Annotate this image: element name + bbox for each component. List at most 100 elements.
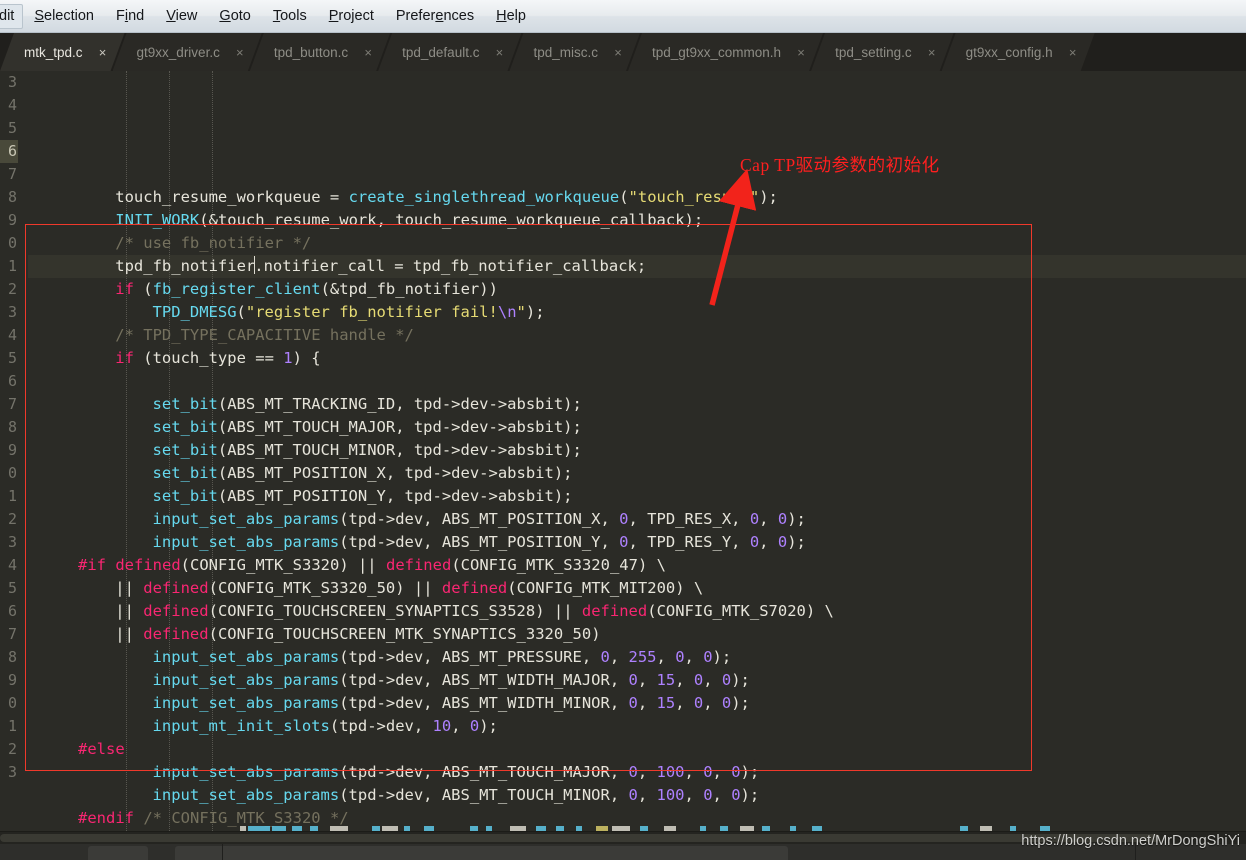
line-number: 2: [7, 280, 17, 298]
token-fn: input_set_abs_params: [152, 694, 340, 712]
line-number: 3: [7, 763, 17, 781]
token-fn: TPD_DMESG: [152, 303, 237, 321]
menu-help[interactable]: Help: [485, 4, 537, 29]
close-icon[interactable]: ×: [493, 46, 505, 59]
code-line[interactable]: || defined(CONFIG_TOUCHSCREEN_MTK_SYNAPT…: [28, 623, 1246, 646]
line-number: 6: [0, 140, 18, 163]
line-number: 8: [7, 648, 17, 666]
token-id: ABS_MT_POSITION_Y, tpd->dev->absbit: [227, 487, 554, 505]
menu-view[interactable]: View: [155, 4, 208, 29]
close-icon[interactable]: ×: [234, 46, 246, 59]
taskbar-button[interactable]: [88, 846, 148, 860]
token-num: 0: [628, 786, 638, 804]
code-line[interactable]: input_set_abs_params(tpd->dev, ABS_MT_PR…: [28, 646, 1246, 669]
code-line[interactable]: set_bit(ABS_MT_TOUCH_MAJOR, tpd->dev->ab…: [28, 416, 1246, 439]
scrollbar-thumb[interactable]: [0, 834, 1160, 842]
code-line[interactable]: TPD_DMESG("register fb_notifier fail!\n"…: [28, 301, 1246, 324]
token-id: ,: [703, 671, 722, 689]
line-number: 7: [7, 165, 17, 183]
token-id: ,: [675, 671, 694, 689]
token-op: ) ||: [339, 556, 386, 574]
code-line[interactable]: input_set_abs_params(tpd->dev, ABS_MT_TO…: [28, 784, 1246, 807]
tab-tpd-setting-c[interactable]: tpd_setting.c ×: [811, 33, 954, 71]
close-icon[interactable]: ×: [795, 46, 807, 59]
line-number: 0: [7, 234, 17, 252]
code-line[interactable]: set_bit(ABS_MT_POSITION_Y, tpd->dev->abs…: [28, 485, 1246, 508]
token-fn: set_bit: [152, 487, 218, 505]
token-id: ,: [684, 763, 704, 781]
code-line[interactable]: tpd_fb_notifier.notifier_call = tpd_fb_n…: [28, 255, 1246, 278]
token-num: 0: [693, 694, 704, 712]
token-num: 0: [693, 671, 704, 689]
tab-label: tpd_gt9xx_common.h: [651, 44, 782, 60]
code-line[interactable]: touch_resume_workqueue = create_singleth…: [28, 186, 1246, 209]
token-kw: if: [115, 280, 134, 298]
token-esc: \n: [497, 303, 517, 321]
menu-project[interactable]: Project: [318, 4, 385, 29]
code-line[interactable]: INIT_WORK(&touch_resume_work, touch_resu…: [28, 209, 1246, 232]
tab-tpd-gt9xx-common-h[interactable]: tpd_gt9xx_common.h ×: [628, 33, 823, 71]
close-icon[interactable]: ×: [97, 46, 109, 59]
token-fn: input_set_abs_params: [152, 648, 340, 666]
code-line[interactable]: #if defined(CONFIG_MTK_S3320) || defined…: [28, 554, 1246, 577]
token-id: CONFIG_TOUCHSCREEN_MTK_SYNAPTICS_3320_50: [217, 625, 592, 643]
code-line[interactable]: if (fb_register_client(&tpd_fb_notifier)…: [28, 278, 1246, 301]
tab-tpd-default-c[interactable]: tpd_default.c ×: [378, 33, 521, 71]
token-id: CONFIG_MTK_S7020: [656, 602, 806, 620]
taskbar-button[interactable]: [228, 846, 788, 860]
code-editor[interactable]: 3 4 5 6 7 8 9 0 1 2 3 4 5 6 7 8 9 0 1 2 3 4 5 6 7 8 9 0 1 2 3 touch_re…: [0, 71, 1246, 831]
token-op: (: [208, 579, 218, 597]
token-id: ,: [656, 648, 676, 666]
menu-tools[interactable]: Tools: [262, 4, 318, 29]
code-content[interactable]: touch_resume_workqueue = create_singleth…: [28, 71, 1246, 831]
tab-mtk-tpd-c[interactable]: mtk_tpd.c ×: [0, 33, 125, 71]
token-op: );: [684, 211, 704, 229]
code-line[interactable]: input_set_abs_params(tpd->dev, ABS_MT_WI…: [28, 692, 1246, 715]
close-icon[interactable]: ×: [926, 46, 938, 59]
code-line[interactable]: input_set_abs_params(tpd->dev, ABS_MT_PO…: [28, 531, 1246, 554]
code-line[interactable]: #else: [28, 738, 1246, 761]
code-line[interactable]: input_mt_init_slots(tpd->dev, 10, 0);: [28, 715, 1246, 738]
close-icon[interactable]: ×: [612, 46, 624, 59]
code-line[interactable]: || defined(CONFIG_MTK_S3320_50) || defin…: [28, 577, 1246, 600]
line-number: 7: [7, 625, 17, 643]
code-line[interactable]: /* TPD_TYPE_CAPACITIVE handle */: [28, 324, 1246, 347]
tab-gt9xx-config-h[interactable]: gt9xx_config.h ×: [942, 33, 1095, 71]
code-line[interactable]: input_set_abs_params(tpd->dev, ABS_MT_PO…: [28, 508, 1246, 531]
menu-find[interactable]: Find: [105, 4, 155, 29]
code-line[interactable]: input_set_abs_params(tpd->dev, ABS_MT_WI…: [28, 669, 1246, 692]
line-number-gutter: 3 4 5 6 7 8 9 0 1 2 3 4 5 6 7 8 9 0 1 2 3 4 5 6 7 8 9 0 1 2 3: [0, 71, 18, 831]
token-op: ||: [115, 579, 144, 597]
token-op: (: [619, 188, 629, 206]
line-number: 8: [7, 188, 17, 206]
tab-gt9xx-driver-c[interactable]: gt9xx_driver.c ×: [113, 33, 262, 71]
token-id: ,: [637, 694, 657, 712]
token-kw: defined: [143, 625, 209, 643]
tab-label: gt9xx_driver.c: [136, 44, 220, 60]
token-op: );: [553, 487, 573, 505]
menu-dit[interactable]: dit: [0, 3, 24, 29]
menu-goto[interactable]: Goto: [208, 4, 261, 29]
menu-preferences[interactable]: Preferences: [385, 4, 485, 29]
taskbar-button[interactable]: [175, 846, 233, 860]
token-num: 15: [656, 694, 676, 712]
code-line[interactable]: input_set_abs_params(tpd->dev, ABS_MT_TO…: [28, 761, 1246, 784]
token-id: tpd->dev, ABS_MT_POSITION_X,: [348, 510, 620, 528]
code-line[interactable]: set_bit(ABS_MT_TRACKING_ID, tpd->dev->ab…: [28, 393, 1246, 416]
token-op: );: [525, 303, 545, 321]
code-line[interactable]: [28, 370, 1246, 393]
token-op: ||: [115, 602, 144, 620]
token-op: );: [563, 441, 582, 459]
tab-tpd-button-c[interactable]: tpd_button.c ×: [250, 33, 390, 71]
token-fn: input_set_abs_params: [152, 671, 340, 689]
tab-tpd-misc-c[interactable]: tpd_misc.c ×: [509, 33, 640, 71]
code-line[interactable]: if (touch_type == 1) {: [28, 347, 1246, 370]
token-op: (: [236, 303, 246, 321]
close-icon[interactable]: ×: [362, 46, 374, 59]
code-line[interactable]: || defined(CONFIG_TOUCHSCREEN_SYNAPTICS_…: [28, 600, 1246, 623]
menu-selection[interactable]: Selection: [23, 4, 105, 29]
code-line[interactable]: /* use fb_notifier */: [28, 232, 1246, 255]
code-line[interactable]: set_bit(ABS_MT_TOUCH_MINOR, tpd->dev->ab…: [28, 439, 1246, 462]
close-icon[interactable]: ×: [1067, 46, 1079, 59]
code-line[interactable]: set_bit(ABS_MT_POSITION_X, tpd->dev->abs…: [28, 462, 1246, 485]
